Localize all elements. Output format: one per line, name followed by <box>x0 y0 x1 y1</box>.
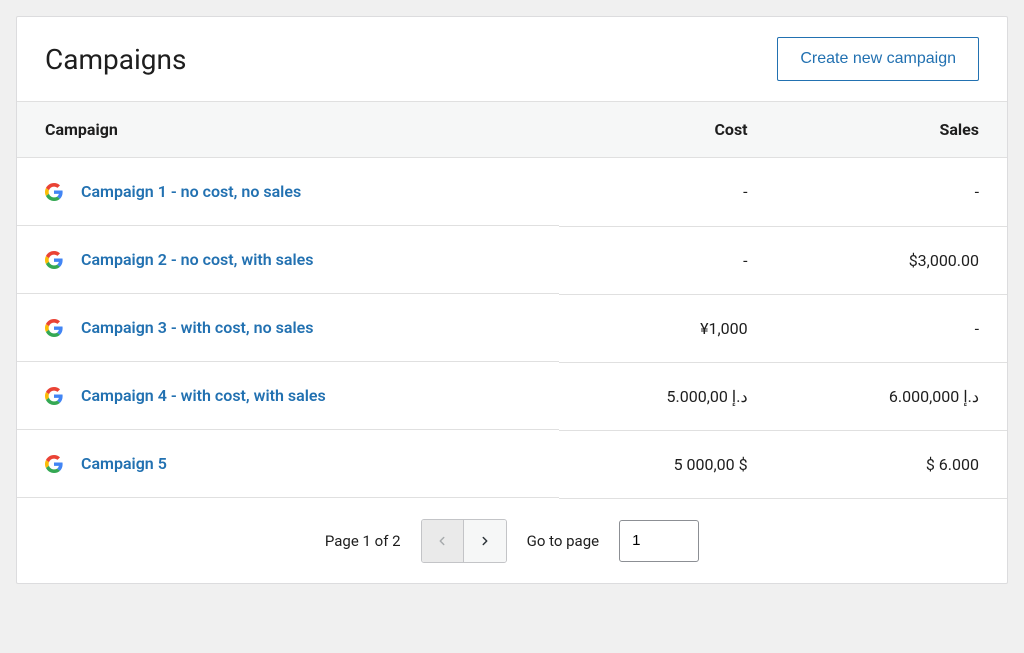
chevron-right-icon <box>478 534 492 548</box>
google-icon <box>45 387 63 405</box>
table-row: Campaign 5 5 000,00 $ $ 6.000 <box>17 430 1007 498</box>
campaigns-card: Campaigns Create new campaign Campaign C… <box>16 16 1008 584</box>
card-header: Campaigns Create new campaign <box>17 17 1007 101</box>
column-sales: Sales <box>776 102 1007 158</box>
column-campaign: Campaign <box>17 102 559 158</box>
goto-page-label: Go to page <box>527 532 600 550</box>
sales-cell: 6.000,000 د.إ <box>776 362 1007 430</box>
column-cost: Cost <box>559 102 776 158</box>
campaign-link[interactable]: Campaign 3 - with cost, no sales <box>81 318 313 337</box>
campaigns-table: Campaign Cost Sales Campaign 1 - no cost… <box>17 101 1007 499</box>
google-icon <box>45 251 63 269</box>
table-row: Campaign 2 - no cost, with sales - $3,00… <box>17 226 1007 294</box>
google-icon <box>45 183 63 201</box>
sales-cell: $3,000.00 <box>776 226 1007 294</box>
cost-cell: ¥1,000 <box>559 294 776 362</box>
google-icon <box>45 455 63 473</box>
cost-cell: 5 000,00 $ <box>559 430 776 498</box>
campaign-link[interactable]: Campaign 4 - with cost, with sales <box>81 386 326 405</box>
cost-cell: 5.000,00 د.إ <box>559 362 776 430</box>
cost-cell: - <box>559 226 776 294</box>
pager-buttons <box>421 519 507 563</box>
sales-cell: - <box>776 158 1007 227</box>
page-indicator: Page 1 of 2 <box>325 532 401 550</box>
pagination: Page 1 of 2 Go to page <box>17 499 1007 583</box>
campaign-link[interactable]: Campaign 1 - no cost, no sales <box>81 182 301 201</box>
page-number-input[interactable] <box>619 520 699 562</box>
table-row: Campaign 3 - with cost, no sales ¥1,000 … <box>17 294 1007 362</box>
campaign-link[interactable]: Campaign 2 - no cost, with sales <box>81 250 313 269</box>
table-row: Campaign 4 - with cost, with sales 5.000… <box>17 362 1007 430</box>
sales-cell: - <box>776 294 1007 362</box>
table-row: Campaign 1 - no cost, no sales - - <box>17 158 1007 227</box>
page-title: Campaigns <box>45 43 186 76</box>
prev-page-button[interactable] <box>422 520 464 562</box>
cost-cell: - <box>559 158 776 227</box>
campaign-link[interactable]: Campaign 5 <box>81 454 167 473</box>
chevron-left-icon <box>435 534 449 548</box>
google-icon <box>45 319 63 337</box>
next-page-button[interactable] <box>464 520 506 562</box>
create-campaign-button[interactable]: Create new campaign <box>777 37 979 81</box>
sales-cell: $ 6.000 <box>776 430 1007 498</box>
